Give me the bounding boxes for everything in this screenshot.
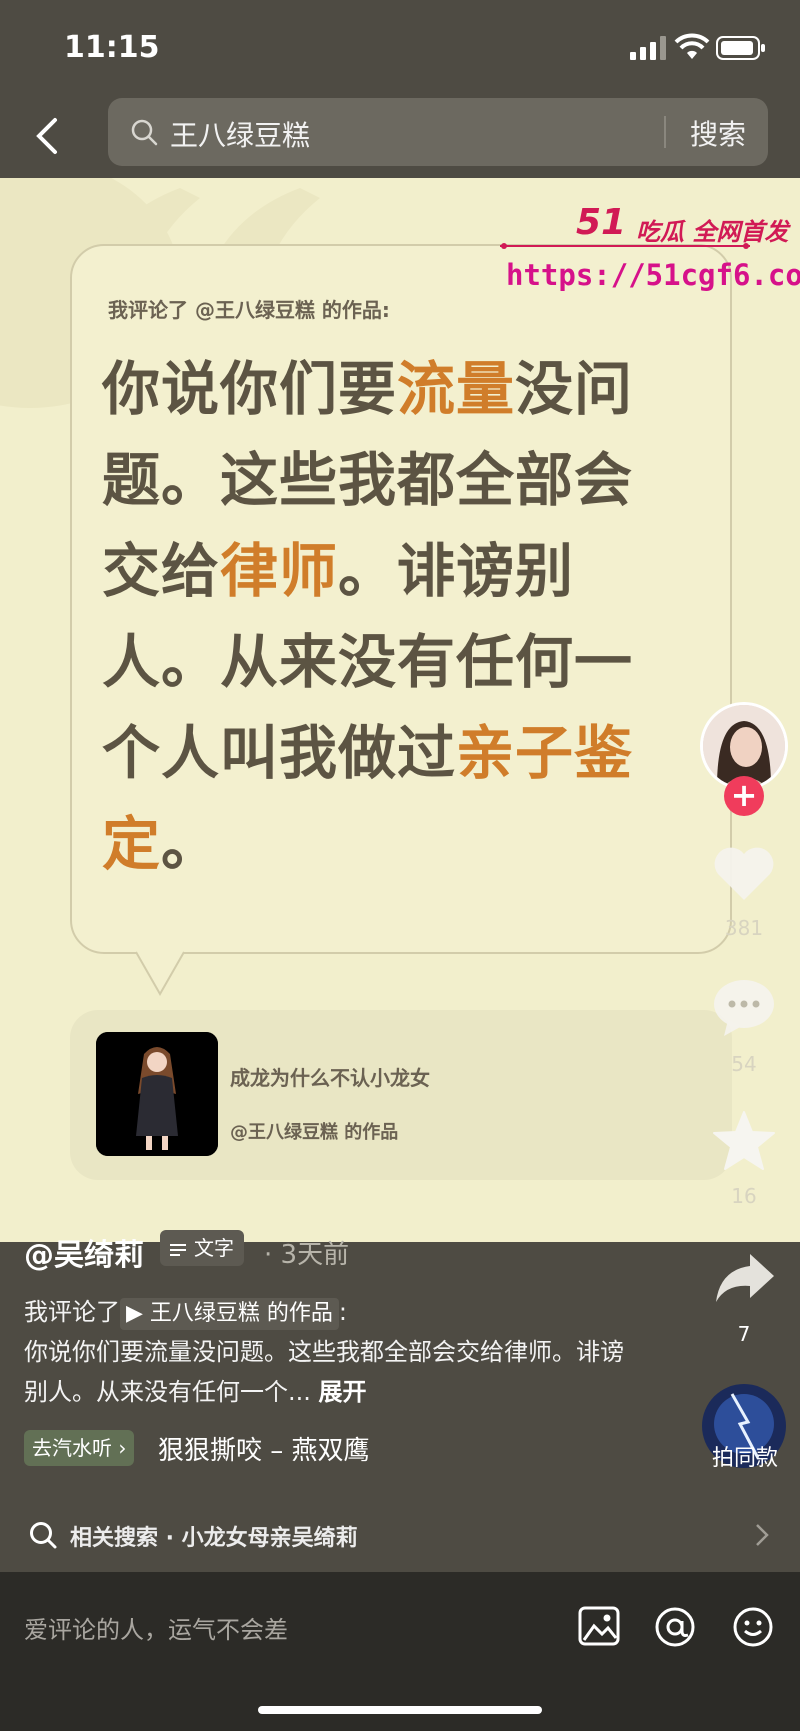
- watermark-logo: 51: [576, 202, 627, 243]
- search-input[interactable]: 王八绿豆糕: [170, 114, 310, 154]
- status-time: 11:15: [64, 30, 160, 65]
- comment-bubble: 我评论了 @王八绿豆糕 的作品: 你说你们要流量没问题。这些我都全部会交给律师。…: [70, 244, 732, 954]
- mention-icon[interactable]: [654, 1606, 696, 1648]
- comment-count: 54: [731, 1052, 757, 1076]
- chevron-left-icon: [36, 118, 57, 154]
- music-name[interactable]: 狠狠撕咬 – 燕双鹰: [158, 1430, 370, 1467]
- watermark-url: https://51cgf6.com: [506, 258, 800, 292]
- quote-text: 你说你们要流量没问题。这些我都全部会交给律师。诽谤别人。从来没有任何一个人叫我做…: [102, 344, 672, 890]
- work-author: @王八绿豆糕 的作品: [230, 1122, 399, 1143]
- referenced-work-card[interactable]: 成龙为什么不认小龙女 @王八绿豆糕 的作品: [70, 1010, 732, 1180]
- chevron-right-icon: [756, 1524, 769, 1546]
- quote-highlight: 流量: [397, 355, 516, 423]
- search-bar[interactable]: 王八绿豆糕 搜索: [108, 98, 768, 166]
- watermark-circuit-line: [500, 243, 750, 249]
- bubble-header: 我评论了 @王八绿豆糕 的作品:: [108, 298, 390, 322]
- share-count: 7: [737, 1322, 751, 1346]
- desc-colon: :: [338, 1298, 347, 1326]
- favorite-count: 16: [731, 1184, 757, 1208]
- related-search-text: 相关搜索 · 小龙女母亲吴绮莉: [70, 1526, 358, 1551]
- home-indicator[interactable]: [258, 1706, 542, 1714]
- desc-prefix: 我评论了: [24, 1298, 120, 1326]
- related-search-row[interactable]: 相关搜索 · 小龙女母亲吴绮莉: [0, 1506, 800, 1566]
- post-description: 我评论了 ▶ 王八绿豆糕 的作品: 你说你们要流量没问题。这些我都全部会交给律师。诽…: [24, 1292, 644, 1412]
- wifi-icon: [674, 33, 710, 59]
- comment-input[interactable]: 爱评论的人，运气不会差: [24, 1610, 288, 1645]
- figure-illustration: [96, 1032, 218, 1156]
- follow-button[interactable]: +: [724, 776, 764, 816]
- comment-icon[interactable]: [712, 978, 776, 1038]
- back-button[interactable]: [22, 108, 70, 164]
- work-thumbnail: [96, 1032, 218, 1156]
- post-time: · 3天前: [264, 1240, 350, 1270]
- post-image[interactable]: 我评论了 @王八绿豆糕 的作品: 你说你们要流量没问题。这些我都全部会交给律师。…: [0, 178, 800, 1242]
- referenced-work-link[interactable]: ▶ 王八绿豆糕 的作品: [120, 1298, 339, 1330]
- signal-icon: [630, 36, 666, 60]
- expand-button[interactable]: 展开: [319, 1378, 367, 1406]
- search-divider: [664, 116, 666, 148]
- avatar-image: [703, 705, 785, 787]
- battery-icon: [716, 36, 765, 60]
- quote-part: 你说你们要: [102, 355, 398, 423]
- author-name[interactable]: @吴绮莉: [24, 1230, 144, 1274]
- search-button[interactable]: 搜索: [690, 113, 746, 153]
- search-icon: [30, 1522, 57, 1549]
- same-style-label[interactable]: 拍同款: [700, 1440, 790, 1472]
- image-icon[interactable]: [578, 1606, 620, 1646]
- text-lines-icon: [170, 1243, 186, 1256]
- quote-part: 。: [161, 810, 221, 878]
- status-bar: 11:15: [0, 0, 800, 90]
- heart-icon[interactable]: [712, 844, 776, 902]
- comment-bar: 爱评论的人，运气不会差: [0, 1572, 800, 1731]
- share-icon[interactable]: [714, 1252, 776, 1304]
- work-title: 成龙为什么不认小龙女: [230, 1066, 430, 1090]
- music-app-chip[interactable]: 去汽水听 ›: [24, 1430, 135, 1466]
- search-icon: [131, 119, 158, 146]
- type-badge: 文字: [160, 1230, 244, 1266]
- type-badge-label: 文字: [194, 1236, 234, 1260]
- emoji-icon[interactable]: [732, 1606, 774, 1648]
- like-count: 381: [724, 916, 764, 940]
- star-icon[interactable]: [712, 1110, 776, 1172]
- quote-highlight: 律师: [220, 537, 339, 605]
- bubble-tail: [136, 950, 185, 997]
